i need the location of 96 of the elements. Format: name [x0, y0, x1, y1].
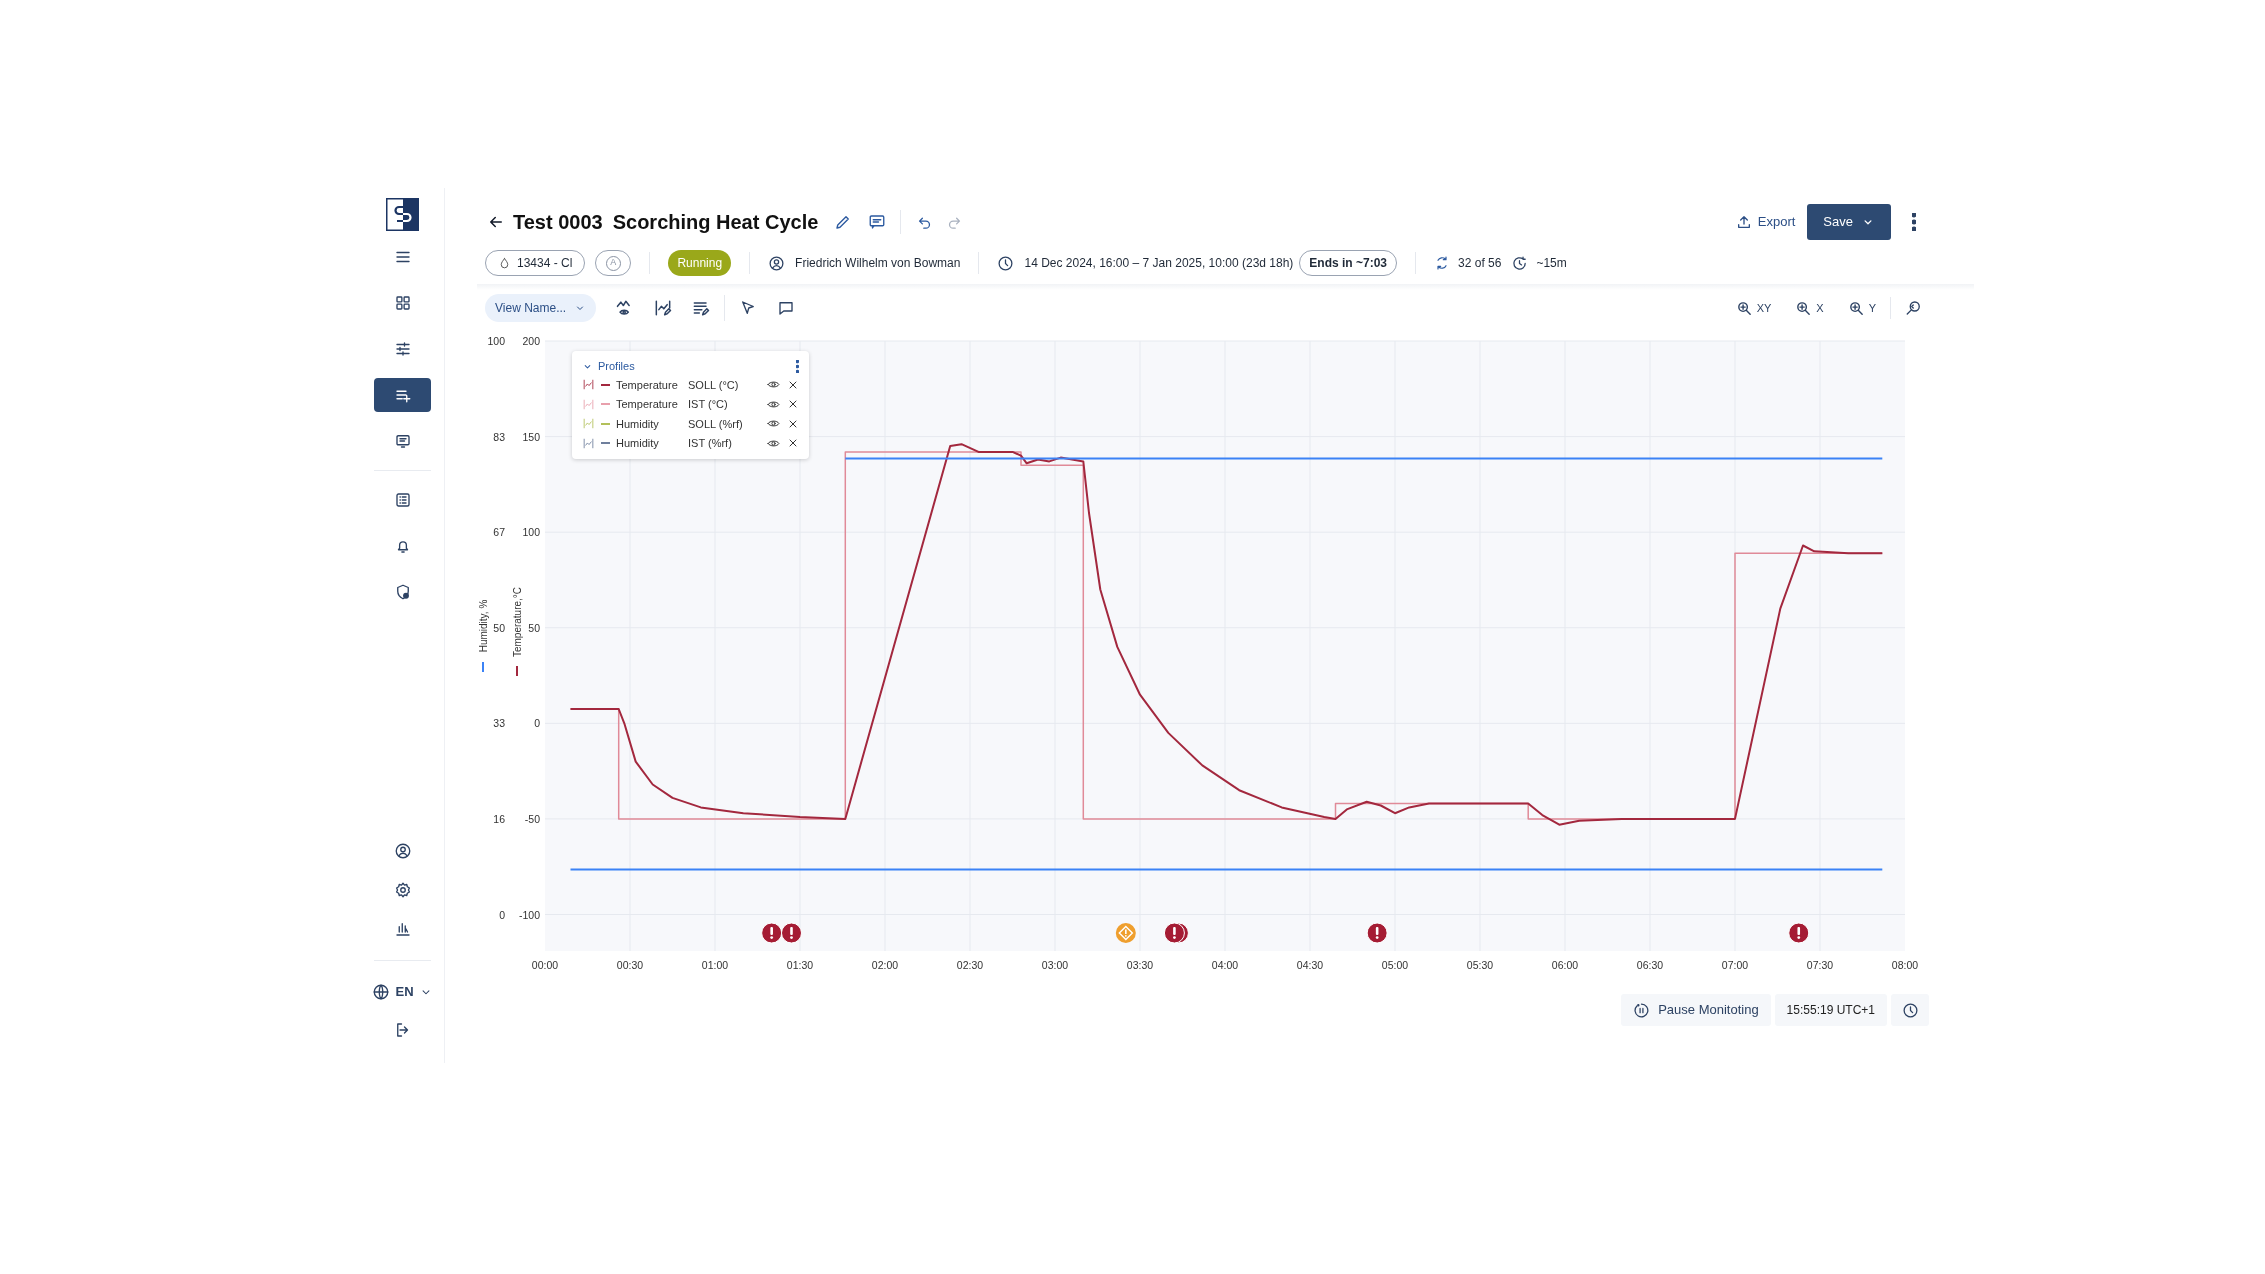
drop-icon	[498, 256, 511, 270]
zoomreset-icon	[1905, 299, 1923, 317]
axis-label: 50	[528, 621, 540, 634]
chat-icon	[777, 299, 796, 317]
sliders-icon	[393, 340, 412, 358]
sidebar-item[interactable]	[374, 378, 431, 412]
more-icon	[796, 359, 799, 373]
zoom-in-icon	[1795, 299, 1813, 317]
axis-label: 00:00	[531, 959, 559, 971]
zoom-in-icon	[1847, 299, 1865, 317]
axis-label: 0	[534, 717, 540, 730]
zoom-button[interactable]: Y	[1841, 294, 1882, 322]
axis-label: 01:30	[786, 959, 814, 971]
comment-icon	[868, 213, 887, 231]
series-unit: SOLL (%rf)	[688, 416, 743, 432]
line-chart-icon	[582, 417, 595, 431]
upload-icon	[1735, 214, 1752, 230]
axis-label: 0	[499, 908, 505, 921]
axis-label: 50	[493, 621, 505, 634]
alarm-icon[interactable]	[1366, 922, 1388, 944]
axis-label: 150	[522, 430, 540, 443]
language-selector[interactable]: EN	[372, 975, 433, 1009]
status-badge: Running	[668, 250, 732, 276]
series-name: Humidity	[616, 436, 660, 451]
timer-icon	[1511, 254, 1529, 272]
axis-label: -100	[519, 908, 540, 921]
axis-label: 07:00	[1721, 959, 1749, 971]
zoom-button[interactable]: XY	[1729, 294, 1778, 322]
bar-chart-icon	[393, 920, 412, 938]
user-icon	[768, 254, 786, 272]
axis-color-mark	[516, 666, 518, 676]
logo-icon	[386, 198, 419, 231]
line-chart-icon	[582, 397, 595, 411]
axis-label: 05:30	[1466, 959, 1494, 971]
monitor-icon	[393, 432, 412, 450]
globe-icon	[372, 983, 391, 1001]
axis-label: 03:00	[1041, 959, 1069, 971]
axis-label: 00:30	[616, 959, 644, 971]
list-icon	[393, 491, 412, 509]
settings-icon	[393, 881, 412, 899]
alarm-icon[interactable]	[1788, 922, 1810, 944]
time-button[interactable]	[1891, 994, 1929, 1026]
axis-label: 05:00	[1381, 959, 1409, 971]
axis-label: 67	[493, 526, 505, 539]
current-time: 15:55:19 UTC+1	[1774, 994, 1887, 1026]
test-period: 14 Dec 2024, 16:00 – 7 Jan 2025, 10:00 (23d 18h)	[1024, 255, 1294, 272]
test-title: Scorching Heat Cycle	[612, 210, 819, 235]
axis-label: 33	[493, 717, 505, 730]
alarm-icon[interactable]	[781, 922, 802, 944]
axis-label: 07:30	[1806, 959, 1834, 971]
axis-label: 06:00	[1551, 959, 1579, 971]
grid-icon	[393, 294, 412, 312]
series-name: Temperature	[616, 377, 679, 393]
axis-label: 04:00	[1211, 959, 1239, 971]
axis-label: 200	[522, 335, 540, 347]
cycle-count: 32 of 56	[1458, 255, 1502, 272]
profiles-toggle[interactable]: Profiles	[582, 357, 635, 375]
pause-icon	[1633, 1001, 1651, 1019]
axis-label: 83	[493, 430, 505, 443]
stacked-alarm-icon[interactable]	[1163, 922, 1189, 944]
axis-title: Humidity, %	[478, 599, 489, 653]
legend-menu-button[interactable]	[796, 359, 799, 373]
alarm-icon[interactable]	[761, 922, 783, 944]
clock-icon	[1901, 1001, 1919, 1019]
zoom-button[interactable]: X	[1789, 294, 1830, 322]
axis-label: -50	[524, 812, 540, 825]
zoom-in-icon	[1735, 299, 1753, 317]
user-icon	[393, 842, 412, 860]
export-button[interactable]: Export	[1727, 205, 1804, 239]
chartedit-icon	[653, 298, 674, 318]
axis-label: 100	[487, 335, 505, 347]
axis-label: 04:30	[1296, 959, 1324, 971]
series-unit: SOLL (°C)	[688, 377, 739, 393]
test-number: Test 0003	[513, 210, 603, 235]
clock-icon	[997, 254, 1015, 272]
interval-text: ~15m	[1536, 255, 1567, 272]
axis-label: 08:00	[1891, 959, 1919, 971]
pause-monitoring-button[interactable]: Pause Monitoting	[1621, 994, 1771, 1026]
axis-label: 06:30	[1636, 959, 1664, 971]
axis-title: Temperature,°C	[512, 586, 523, 658]
series-unit: IST (°C)	[688, 397, 728, 412]
line-chart-icon	[582, 378, 595, 392]
series-name: Temperature	[616, 397, 679, 412]
axis-label: 03:30	[1126, 959, 1154, 971]
axis-label: 02:00	[871, 959, 899, 971]
axis-label: 100	[522, 526, 540, 539]
save-button[interactable]: Save	[1807, 204, 1891, 240]
axis-label: 02:30	[956, 959, 984, 971]
axis-label: 01:00	[701, 959, 729, 971]
series-name: Humidity	[616, 416, 660, 432]
series-unit: IST (%rf)	[688, 436, 732, 451]
operator-name: Friedrich Wilhelm von Bowman	[795, 255, 961, 272]
more-icon	[1912, 213, 1916, 231]
view-name-select[interactable]: View Name...	[485, 294, 597, 322]
axis-label: 16	[493, 812, 505, 825]
line-chart-icon	[582, 436, 595, 450]
